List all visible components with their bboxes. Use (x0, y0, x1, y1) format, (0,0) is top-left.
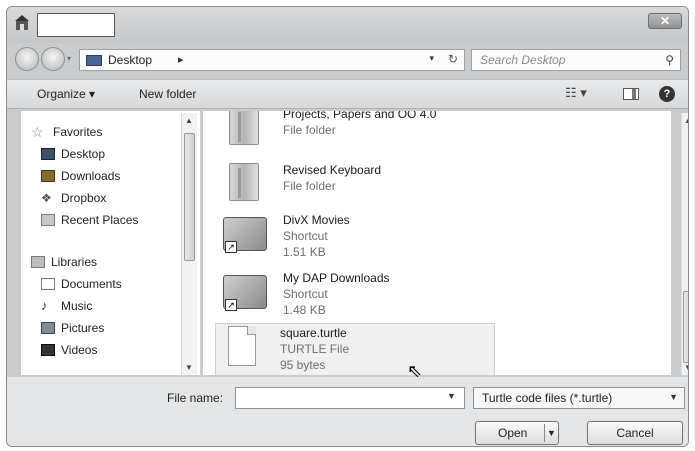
open-button-label[interactable]: Open (498, 426, 527, 440)
file-list-scrollbar[interactable]: ▲ ▼ (681, 113, 688, 375)
nav-item-label: Documents (61, 277, 122, 291)
file-name: DivX Movies (283, 213, 350, 227)
scroll-down-icon[interactable]: ▼ (185, 363, 193, 372)
help-icon[interactable]: ? (659, 86, 675, 102)
videos-icon (41, 344, 55, 356)
shortcut-icon: ↗ (223, 269, 267, 313)
file-type: Shortcut (283, 229, 328, 243)
file-name: My DAP Downloads (283, 271, 390, 285)
nav-item-downloads[interactable]: Downloads (41, 167, 120, 185)
nav-group-libraries[interactable]: Libraries (31, 253, 97, 271)
file-name: Revised Keyboard (283, 163, 382, 177)
breadcrumb-separator[interactable]: ▸ (178, 53, 184, 66)
nav-item-recent-places[interactable]: Recent Places (41, 211, 138, 229)
scroll-up-icon[interactable]: ▲ (684, 116, 688, 125)
file-type: Shortcut (283, 287, 328, 301)
nav-item-label: Videos (61, 343, 98, 357)
file-list: Projects, Papers and OO 4.0 File folder … (203, 111, 671, 375)
file-name-input[interactable] (235, 387, 465, 409)
file-type: File folder (283, 123, 336, 137)
command-bar: Organize ▾ New folder ☷ ▾ ? (7, 79, 688, 109)
nav-item-label: Recent Places (61, 213, 139, 227)
folder-icon (223, 161, 263, 205)
nav-item-label: Downloads (61, 169, 121, 183)
document-icon (220, 324, 260, 368)
scroll-down-icon[interactable]: ▼ (684, 363, 688, 372)
file-size: 1.48 KB (283, 303, 326, 317)
file-size: 1.51 KB (283, 245, 326, 259)
recent-places-icon (41, 214, 55, 226)
navigation-pane: ☆ Favorites Desktop Downloads ❖ Dropbox … (21, 111, 201, 375)
filter-dropdown-icon[interactable]: ▼ (669, 392, 678, 402)
nav-group-label: Libraries (51, 255, 98, 269)
nav-item-documents[interactable]: Documents (41, 275, 122, 293)
file-type-filter-value[interactable]: Turtle code files (*.turtle) (482, 391, 612, 405)
scrollbar-thumb[interactable] (683, 291, 688, 363)
nav-item-music[interactable]: ♪ Music (41, 297, 92, 315)
scrollbar-thumb[interactable] (184, 133, 195, 261)
file-name: square.turtle (280, 326, 347, 340)
nav-item-label: Pictures (61, 321, 105, 335)
cancel-button[interactable]: Cancel (587, 421, 683, 445)
list-item[interactable]: Projects, Papers and OO 4.0 File folder (219, 111, 499, 157)
file-name-label: File name: (167, 391, 224, 405)
search-box[interactable]: Search Desktop ⚲ (471, 49, 681, 71)
desktop-icon (41, 148, 55, 160)
file-type-filter[interactable]: Turtle code files (*.turtle) ▼ (473, 387, 685, 409)
organize-button[interactable]: Organize ▾ (37, 87, 95, 101)
documents-icon (41, 278, 55, 290)
address-location[interactable]: Desktop (108, 53, 152, 67)
list-item-selected[interactable]: square.turtle TURTLE File 95 bytes (215, 323, 495, 375)
close-button[interactable]: ✕ (648, 13, 682, 29)
desktop-icon (86, 55, 102, 66)
open-button[interactable]: Open ▼ (475, 421, 559, 445)
nav-item-label: Dropbox (61, 191, 107, 205)
nav-item-dropbox[interactable]: ❖ Dropbox (41, 189, 106, 207)
views-icon[interactable]: ☷ ▾ (565, 85, 587, 101)
star-icon: ☆ (31, 124, 44, 140)
scroll-up-icon[interactable]: ▲ (185, 116, 193, 125)
shortcut-icon: ↗ (223, 211, 267, 255)
nav-group-label: Favorites (53, 125, 103, 139)
pictures-icon (41, 322, 55, 334)
dialog-footer: File name: ▼ Turtle code files (*.turtle… (7, 377, 688, 446)
nav-item-label: Desktop (61, 147, 106, 161)
folder-icon (223, 111, 263, 149)
file-name: Projects, Papers and OO 4.0 (283, 111, 437, 121)
address-bar[interactable]: Desktop ▸ ▾ ↻ (79, 49, 465, 71)
file-type: File folder (283, 179, 336, 193)
forward-button[interactable] (41, 47, 65, 71)
refresh-icon[interactable]: ↻ (448, 52, 458, 66)
list-item[interactable]: ↗ DivX Movies Shortcut 1.51 KB (219, 211, 499, 263)
nav-item-label: Music (61, 299, 93, 313)
address-dropdown-icon[interactable]: ▾ (429, 53, 434, 64)
nav-group-favorites[interactable]: ☆ Favorites (31, 123, 102, 141)
window-title (37, 13, 115, 37)
libraries-icon (31, 256, 45, 268)
preview-pane-icon[interactable] (623, 88, 639, 100)
new-folder-button[interactable]: New folder (139, 87, 196, 101)
app-icon (15, 15, 29, 30)
back-button[interactable] (15, 47, 39, 71)
list-item[interactable]: Revised Keyboard File folder (219, 161, 499, 213)
file-size: 95 bytes (280, 358, 326, 372)
list-item[interactable]: ↗ My DAP Downloads Shortcut 1.48 KB (219, 269, 499, 321)
title-bar: ✕ (7, 7, 688, 43)
search-icon[interactable]: ⚲ (665, 53, 674, 67)
nav-item-videos[interactable]: Videos (41, 341, 97, 359)
file-name-dropdown-icon[interactable]: ▼ (447, 391, 456, 401)
music-icon: ♪ (41, 298, 48, 313)
open-options-dropdown-icon[interactable]: ▼ (544, 424, 558, 442)
address-row: ▾ Desktop ▸ ▾ ↻ Search Desktop ⚲ (7, 45, 688, 79)
nav-item-pictures[interactable]: Pictures (41, 319, 104, 337)
downloads-icon (41, 170, 55, 182)
file-type: TURTLE File (280, 342, 350, 356)
open-file-dialog: ✕ ▾ Desktop ▸ ▾ ↻ Search Desktop ⚲ Organ… (6, 6, 689, 447)
dropbox-icon: ❖ (41, 191, 52, 205)
nav-item-desktop[interactable]: Desktop (41, 145, 105, 163)
search-placeholder[interactable]: Search Desktop (480, 53, 565, 67)
recent-pages-dropdown-icon[interactable]: ▾ (67, 54, 71, 63)
navigation-scrollbar[interactable]: ▲ ▼ (181, 113, 197, 375)
